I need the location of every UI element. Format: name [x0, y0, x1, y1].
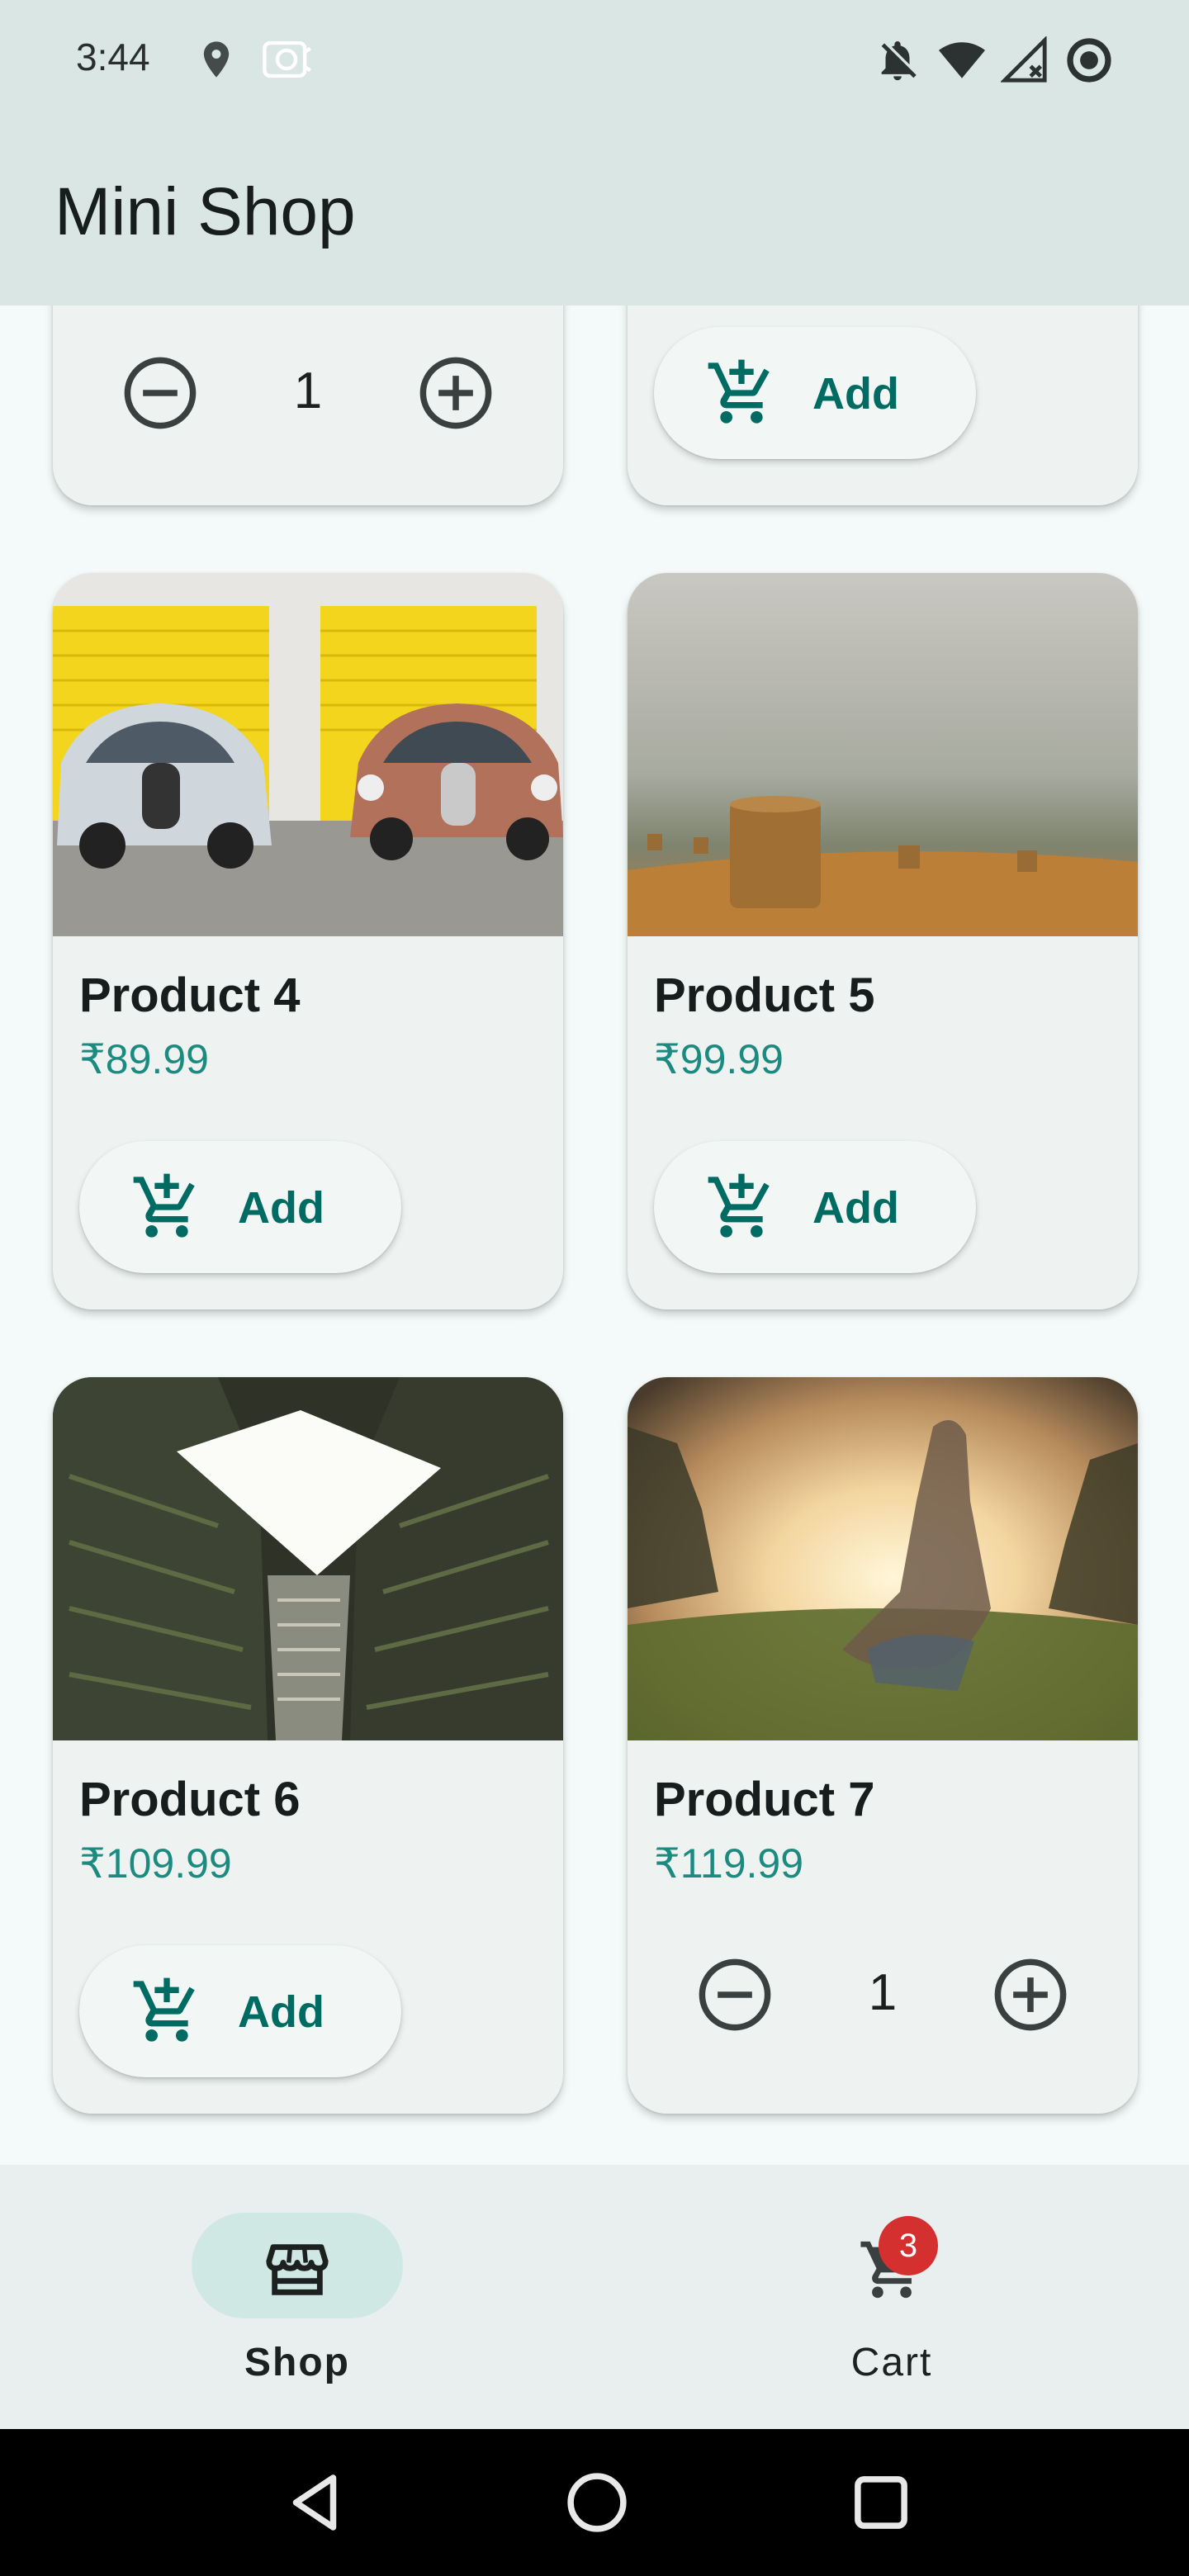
add-button-label: Add: [238, 1183, 324, 1233]
app-title: Mini Shop: [54, 174, 356, 249]
add-button-label: Add: [812, 1183, 899, 1233]
nav-item-shop[interactable]: Shop: [0, 2165, 594, 2429]
increase-quantity-button[interactable]: [989, 1953, 1072, 2036]
decrease-quantity-button[interactable]: [119, 352, 201, 434]
app-bar: Mini Shop: [0, 122, 1189, 305]
product-title: Product 5: [654, 968, 875, 1022]
recents-icon[interactable]: [844, 2465, 918, 2540]
product-price: ₹99.99: [654, 1036, 784, 1082]
product-card: Add: [628, 305, 1138, 505]
nav-label-cart: Cart: [850, 2341, 933, 2384]
cart-count-badge: 3: [879, 2216, 938, 2275]
decrease-quantity-button[interactable]: [694, 1953, 776, 2036]
product-card[interactable]: Product 5 ₹99.99 Add: [628, 573, 1138, 1309]
app-notification-icon: [263, 40, 312, 78]
add-shopping-cart-icon: [133, 1173, 195, 1238]
product-price: ₹109.99: [79, 1840, 232, 1887]
add-to-cart-button[interactable]: Add: [79, 1945, 401, 2077]
product-card[interactable]: Product 6 ₹109.99 Add: [53, 1377, 563, 2114]
no-signal-icon: [1001, 36, 1047, 83]
add-button-label: Add: [812, 369, 899, 419]
product-price: ₹119.99: [654, 1840, 804, 1887]
add-to-cart-button[interactable]: Add: [654, 1141, 976, 1273]
bottom-navigation: Shop 3 Cart: [0, 2165, 1189, 2429]
product-card[interactable]: Product 7 ₹119.99 1: [628, 1377, 1138, 2114]
product-title: Product 6: [79, 1773, 301, 1826]
quantity-stepper: 1: [53, 343, 563, 443]
add-to-cart-button[interactable]: Add: [654, 327, 976, 459]
increase-quantity-button[interactable]: [414, 352, 497, 434]
location-icon: [203, 41, 230, 78]
add-button-label: Add: [238, 1987, 324, 2037]
storefront-icon: [266, 2244, 329, 2295]
add-to-cart-button[interactable]: Add: [79, 1141, 401, 1273]
add-shopping-cart-icon: [708, 1173, 770, 1238]
quantity-stepper: 1: [628, 1945, 1138, 2044]
nav-item-cart[interactable]: 3 Cart: [594, 2165, 1189, 2429]
status-bar: 3:44: [0, 0, 1189, 122]
product-card[interactable]: Product 4 ₹89.99 Add: [53, 573, 563, 1309]
product-card: 1: [53, 305, 563, 505]
back-icon[interactable]: [277, 2465, 352, 2540]
product-title: Product 7: [654, 1773, 875, 1826]
product-title: Product 4: [79, 968, 301, 1022]
quantity-value: 1: [293, 362, 323, 419]
nav-label-shop: Shop: [244, 2341, 350, 2384]
data-saver-icon: [1067, 38, 1111, 83]
product-price: ₹89.99: [79, 1036, 209, 1082]
product-grid[interactable]: 1 Add Product 4 ₹89.99 Add Product 5 ₹99…: [0, 305, 1189, 2165]
add-shopping-cart-icon: [133, 1977, 195, 2042]
wifi-icon: [938, 42, 986, 78]
notifications-off-icon: [881, 41, 917, 81]
quantity-value: 1: [868, 1964, 898, 2021]
product-image: [628, 1377, 1138, 1740]
system-navigation-bar: [0, 2429, 1189, 2576]
product-image: [628, 573, 1138, 936]
add-shopping-cart-icon: [708, 359, 770, 424]
product-image: [53, 573, 563, 936]
status-time: 3:44: [76, 36, 150, 78]
product-image: [53, 1377, 563, 1740]
home-icon[interactable]: [560, 2465, 634, 2540]
